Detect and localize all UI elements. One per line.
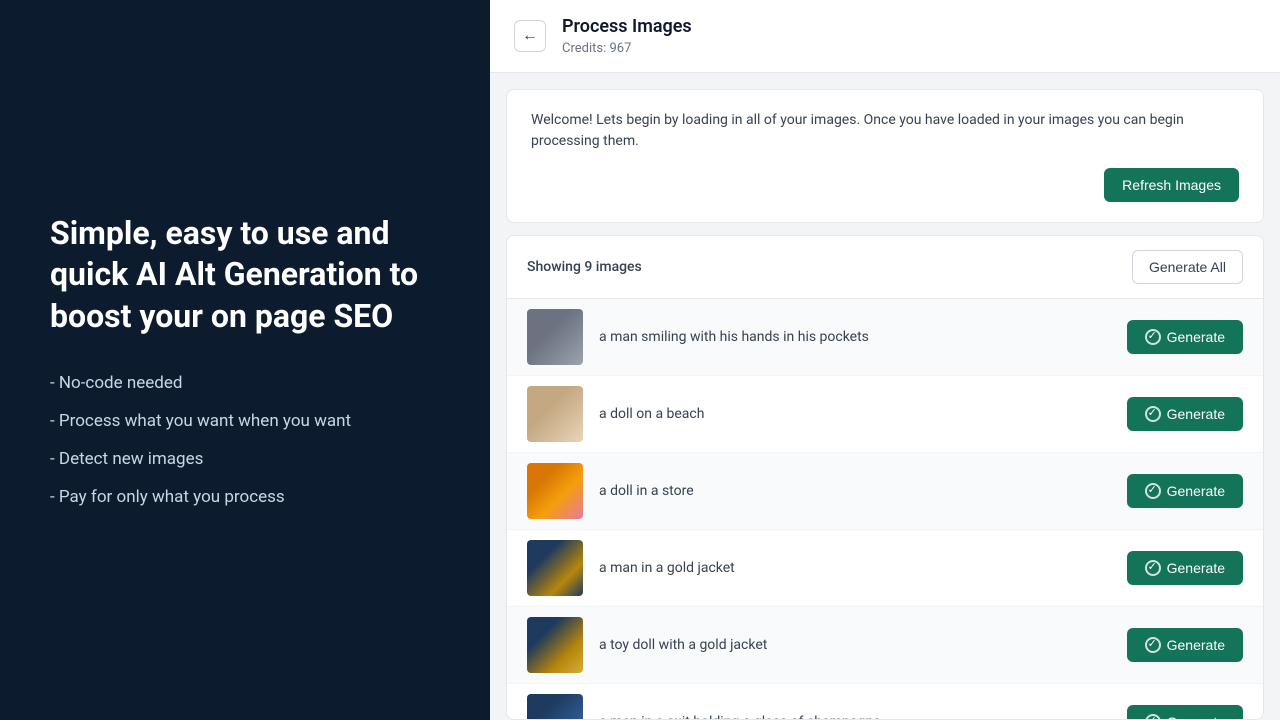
header-text: Process Images Credits: 967 xyxy=(562,16,692,56)
check-circle-icon xyxy=(1145,637,1161,653)
right-panel: ← Process Images Credits: 967 Welcome! L… xyxy=(490,0,1280,720)
welcome-section: Welcome! Lets begin by loading in all of… xyxy=(506,89,1264,223)
generate-button[interactable]: Generate xyxy=(1127,397,1243,431)
image-alt-text: a toy doll with a gold jacket xyxy=(599,637,1111,653)
generate-button[interactable]: Generate xyxy=(1127,551,1243,585)
welcome-message: Welcome! Lets begin by loading in all of… xyxy=(531,110,1239,152)
table-row: a man in a gold jacket Generate xyxy=(507,530,1263,607)
generate-button-label: Generate xyxy=(1167,560,1225,576)
generate-button-label: Generate xyxy=(1167,329,1225,345)
image-thumbnail xyxy=(527,694,583,719)
check-circle-icon xyxy=(1145,329,1161,345)
feature-item-1: - No-code needed xyxy=(50,373,440,393)
image-alt-text: a man in a gold jacket xyxy=(599,560,1111,576)
check-circle-icon xyxy=(1145,483,1161,499)
panel-title: Process Images xyxy=(562,16,692,37)
image-alt-text: a doll in a store xyxy=(599,483,1111,499)
table-row: a doll in a store Generate xyxy=(507,453,1263,530)
image-alt-text: a man smiling with his hands in his pock… xyxy=(599,329,1111,345)
generate-button-label: Generate xyxy=(1167,714,1225,719)
images-section: Showing 9 images Generate All a man smil… xyxy=(506,235,1264,720)
refresh-images-button[interactable]: Refresh Images xyxy=(1104,168,1239,202)
generate-button[interactable]: Generate xyxy=(1127,474,1243,508)
welcome-footer: Refresh Images xyxy=(531,168,1239,202)
table-row: a doll on a beach Generate xyxy=(507,376,1263,453)
check-circle-icon xyxy=(1145,714,1161,719)
generate-button-label: Generate xyxy=(1167,483,1225,499)
image-alt-text: a doll on a beach xyxy=(599,406,1111,422)
images-list: a man smiling with his hands in his pock… xyxy=(507,299,1263,719)
image-thumbnail xyxy=(527,309,583,365)
back-button[interactable]: ← xyxy=(514,20,546,52)
feature-item-2: - Process what you want when you want xyxy=(50,411,440,431)
refresh-label: Refresh Images xyxy=(1122,177,1221,193)
generate-button[interactable]: Generate xyxy=(1127,705,1243,719)
generate-button[interactable]: Generate xyxy=(1127,320,1243,354)
check-circle-icon xyxy=(1145,560,1161,576)
check-circle-icon xyxy=(1145,406,1161,422)
generate-button[interactable]: Generate xyxy=(1127,628,1243,662)
generate-all-button[interactable]: Generate All xyxy=(1132,250,1243,284)
feature-item-4: - Pay for only what you process xyxy=(50,487,440,507)
image-thumbnail xyxy=(527,386,583,442)
image-thumbnail xyxy=(527,617,583,673)
table-row: a man smiling with his hands in his pock… xyxy=(507,299,1263,376)
headline: Simple, easy to use and quick AI Alt Gen… xyxy=(50,213,440,338)
generate-button-label: Generate xyxy=(1167,637,1225,653)
panel-header: ← Process Images Credits: 967 xyxy=(490,0,1280,73)
image-thumbnail xyxy=(527,540,583,596)
generate-button-label: Generate xyxy=(1167,406,1225,422)
table-row: a man in a suit holding a glass of champ… xyxy=(507,684,1263,719)
images-count: Showing 9 images xyxy=(527,259,642,275)
credits-label: Credits: 967 xyxy=(562,41,631,56)
features-list: - No-code needed - Process what you want… xyxy=(50,373,440,507)
table-row: a toy doll with a gold jacket Generate xyxy=(507,607,1263,684)
image-thumbnail xyxy=(527,463,583,519)
image-alt-text: a man in a suit holding a glass of champ… xyxy=(599,714,1111,719)
images-header: Showing 9 images Generate All xyxy=(507,236,1263,299)
left-panel: Simple, easy to use and quick AI Alt Gen… xyxy=(0,0,490,720)
feature-item-3: - Detect new images xyxy=(50,449,440,469)
